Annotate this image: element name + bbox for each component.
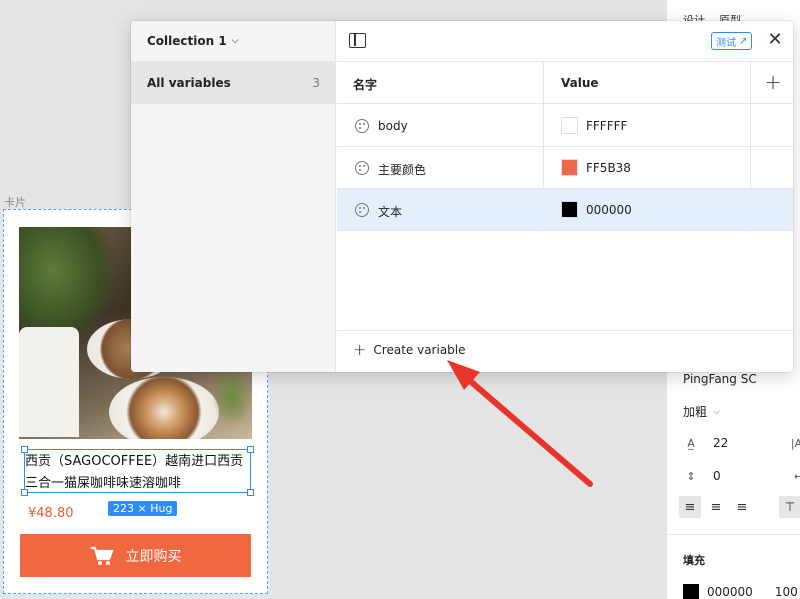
fill-swatch[interactable]: [683, 584, 699, 599]
table-header: 名字 Value: [337, 62, 793, 104]
test-badge-label: 测试: [716, 37, 736, 49]
sidebar-toggle-icon[interactable]: [349, 33, 366, 48]
font-size-icon: A̲: [687, 436, 695, 450]
line-height-row[interactable]: ⇕ 0 ↔: [683, 469, 800, 483]
variable-name[interactable]: 文本: [378, 203, 402, 220]
chevron-down-icon: ⌵: [231, 36, 239, 46]
fill-hex[interactable]: 000000: [707, 585, 753, 599]
test-badge[interactable]: 测试 ↗: [711, 32, 753, 50]
color-swatch[interactable]: [561, 201, 578, 218]
variable-row[interactable]: body FFFFFF: [337, 105, 793, 147]
align-left-icon[interactable]: ≡: [679, 496, 701, 518]
variable-value[interactable]: FF5B38: [586, 161, 631, 175]
sidebar-item-all-variables[interactable]: All variables 3: [131, 62, 336, 104]
product-price[interactable]: ¥48.80: [28, 506, 74, 521]
color-palette-icon: [355, 161, 369, 175]
create-variable-label: Create variable: [373, 343, 466, 357]
font-weight-select[interactable]: 加粗 ⌵: [683, 403, 720, 420]
line-height-icon: ⇕: [686, 469, 696, 483]
external-link-icon: ↗: [739, 35, 748, 47]
collection-select[interactable]: Collection 1 ⌵: [147, 34, 239, 48]
align-center-icon[interactable]: ≡: [705, 496, 727, 518]
close-icon[interactable]: ✕: [765, 31, 785, 51]
align-top-icon[interactable]: ⊤: [779, 496, 800, 518]
font-family-select[interactable]: PingFang SC: [683, 372, 757, 386]
collections-sidebar: Collection 1 ⌵ All variables 3: [131, 21, 336, 372]
variable-value[interactable]: 000000: [586, 203, 632, 217]
collection-name: Collection 1: [147, 34, 227, 48]
all-variables-count: 3: [312, 76, 320, 90]
chevron-down-icon: ⌵: [713, 406, 720, 417]
all-variables-label: All variables: [147, 76, 231, 90]
buy-now-label: 立即购买: [125, 548, 182, 565]
color-palette-icon: [355, 203, 369, 217]
align-right-icon[interactable]: ≡: [731, 496, 753, 518]
divider: [667, 534, 800, 535]
local-variables-modal: Collection 1 ⌵ All variables 3 测试 ↗ ✕ 名字…: [131, 21, 793, 372]
fill-opacity[interactable]: 100: [775, 585, 798, 599]
plus-icon: +: [353, 340, 367, 359]
variable-value[interactable]: FFFFFF: [586, 119, 627, 133]
modal-toolbar: 测试 ↗ ✕: [337, 21, 793, 62]
color-palette-icon: [355, 119, 369, 133]
create-variable-button[interactable]: + Create variable: [353, 340, 466, 359]
add-mode-button[interactable]: +: [763, 71, 783, 95]
divider: [337, 330, 793, 331]
frame-label[interactable]: 卡片: [4, 194, 26, 210]
variable-row[interactable]: 主要颜色 FF5B38: [337, 147, 793, 189]
variables-table-area: 测试 ↗ ✕ 名字 Value + body FFFFFF 主要颜色 FF5B3…: [337, 21, 793, 372]
letter-spacing-icon: |A|: [790, 436, 800, 450]
line-height-value[interactable]: 0: [713, 469, 721, 483]
text-align-group: ≡ ≡ ≡: [679, 496, 753, 518]
fill-section-title: 填充: [683, 554, 705, 567]
shopping-cart-icon: [90, 546, 114, 565]
column-header-value[interactable]: Value: [561, 76, 599, 90]
variable-name[interactable]: body: [378, 119, 408, 133]
buy-now-button[interactable]: 立即购买: [20, 534, 251, 577]
fill-row[interactable]: 000000 100: [683, 584, 798, 599]
font-size-value[interactable]: 22: [713, 436, 728, 450]
image-leaf: [212, 367, 252, 427]
paragraph-spacing-icon: ↔: [794, 469, 800, 483]
variable-name[interactable]: 主要颜色: [378, 161, 426, 178]
image-pot: [19, 327, 79, 437]
color-swatch[interactable]: [561, 159, 578, 176]
column-header-name[interactable]: 名字: [353, 76, 377, 93]
product-title[interactable]: 西贡（SAGOCOFFEE）越南进口西贡三合一猫屎咖啡味速溶咖啡: [25, 451, 255, 495]
font-weight-value: 加粗: [683, 405, 708, 419]
color-swatch[interactable]: [561, 117, 578, 134]
image-cup-front: [109, 377, 219, 439]
font-size-row[interactable]: A̲ 22 |A|: [683, 436, 800, 450]
image-plant: [19, 227, 113, 343]
variable-row[interactable]: 文本 000000: [337, 189, 793, 231]
size-badge: 223 × Hug: [108, 501, 178, 516]
